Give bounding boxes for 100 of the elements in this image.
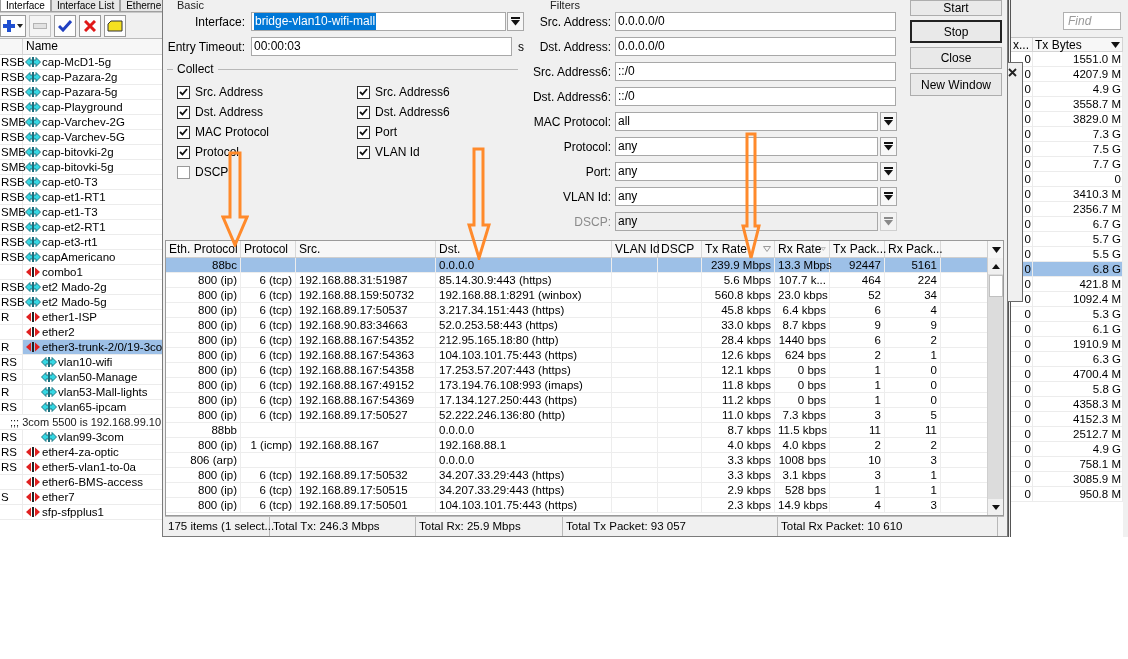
table-row[interactable]: 0 3085.9 M (1011, 472, 1123, 487)
dropdown-button[interactable] (880, 137, 897, 156)
interface-item[interactable]: cap-McD1-5g (23, 55, 162, 69)
dialog-button[interactable]: New Window (910, 73, 1002, 96)
column-header[interactable]: Tx Pack... (830, 241, 885, 257)
column-header[interactable]: Eth. Protocol (166, 241, 241, 257)
search-field[interactable]: Find (1063, 12, 1121, 30)
column-menu-button[interactable] (988, 241, 1003, 258)
interface-item[interactable]: cap-Varchev-5G (23, 130, 162, 144)
input-field[interactable]: ::/0 (615, 87, 896, 106)
interface-item[interactable]: ether6-BMS-access (23, 475, 162, 489)
disable-button[interactable] (79, 14, 101, 37)
table-row[interactable]: 0 758.1 M (1011, 457, 1123, 472)
interface-item[interactable]: vlan65-ipcam (23, 400, 162, 414)
column-header[interactable]: VLAN Id (612, 241, 658, 257)
dropdown-button[interactable] (507, 12, 524, 31)
interface-item[interactable]: ether4-za-optic (23, 445, 162, 459)
select-field[interactable]: any (615, 162, 878, 181)
interface-item[interactable]: cap-Pazara-5g (23, 85, 162, 99)
comment-button[interactable] (104, 14, 126, 37)
table-row[interactable]: 800 (ip) 6 (tcp) 192.168.88.167:49152 173.194.76.108:993 (imaps) 11.8 kbps 0 bps 1 0 (166, 378, 987, 393)
table-row[interactable]: 800 (ip) 6 (tcp) 192.168.88.167:54358 17.253.57.207:443 (https) 12.1 kbps 0 bps 1 0 (166, 363, 987, 378)
table-row[interactable]: 0 1092.4 M (1011, 292, 1123, 307)
table-row[interactable]: 0 4.9 G (1011, 442, 1123, 457)
tab[interactable]: Etherne (120, 0, 162, 12)
interface-item[interactable]: ether5-vlan1-to-0a (23, 460, 162, 474)
interface-item[interactable]: cap-et1-RT1 (23, 190, 162, 204)
column-header[interactable]: Tx Rate (702, 241, 775, 257)
column-header[interactable]: Protocol (241, 241, 296, 257)
interface-item[interactable]: et2 Mado-5g (23, 295, 162, 309)
interface-item[interactable]: ether1-ISP (23, 310, 162, 324)
checkbox[interactable] (357, 125, 370, 139)
table-row[interactable]: 0 5.8 G (1011, 382, 1123, 397)
interface-item[interactable]: cap-Pazara-2g (23, 70, 162, 84)
table-row[interactable]: 800 (ip) 6 (tcp) 192.168.88.159:50732 192.168.88.1:8291 (winbox) 560.8 kbps 23.0 kbps 52 34 (166, 288, 987, 303)
table-row[interactable]: 800 (ip) 6 (tcp) 192.168.89.17:50501 104.103.101.75:443 (https) 2.3 kbps 14.9 kbps 4 3 (166, 498, 987, 513)
column-header[interactable]: Src. (296, 241, 436, 257)
table-row[interactable]: 800 (ip) 6 (tcp) 192.168.89.17:50527 52.222.246.136:80 (http) 11.0 kbps 7.3 kbps 3 5 (166, 408, 987, 423)
table-row[interactable]: 88bb 0.0.0.0 8.7 kbps 11.5 kbps 11 11 (166, 423, 987, 438)
select-field[interactable]: any (615, 187, 878, 206)
checkbox[interactable] (177, 145, 190, 159)
dropdown-button[interactable] (880, 187, 897, 206)
table-row[interactable]: 800 (ip) 1 (icmp) 192.168.88.167 192.168.88.1 4.0 kbps 4.0 kbps 2 2 (166, 438, 987, 453)
interface-item[interactable]: sfp-sfpplus1 (23, 505, 162, 519)
tab[interactable]: Interface (0, 0, 51, 12)
table-row[interactable]: 800 (ip) 6 (tcp) 192.168.89.17:50532 34.207.33.29:443 (https) 3.3 kbps 3.1 kbps 3 1 (166, 468, 987, 483)
input-field[interactable]: 0.0.0.0/0 (615, 37, 896, 56)
interface-item[interactable]: cap-Playground (23, 100, 162, 114)
select-field[interactable]: all (615, 112, 878, 131)
dropdown-button[interactable] (880, 112, 897, 131)
table-row[interactable]: 806 (arp) 0.0.0.0 3.3 kbps 1008 bps 10 3 (166, 453, 987, 468)
interface-item[interactable]: vlan10-wifi (23, 355, 162, 369)
dialog-button[interactable]: Start (910, 0, 1002, 16)
table-row[interactable]: 0 5.3 G (1011, 307, 1123, 322)
table-row[interactable]: 800 (ip) 6 (tcp) 192.168.88.167:54369 17.134.127.250:443 (https) 11.2 kbps 0 bps 1 0 (166, 393, 987, 408)
interface-item[interactable]: cap-et2-RT1 (23, 220, 162, 234)
checkbox[interactable] (177, 85, 190, 99)
input-field[interactable]: ::/0 (615, 62, 896, 81)
scrollbar-thumb[interactable] (989, 275, 1003, 297)
dialog-button[interactable]: Close (910, 47, 1002, 69)
checkbox[interactable] (357, 105, 370, 119)
table-row[interactable]: 0 2512.7 M (1011, 427, 1123, 442)
interface-item[interactable]: capAmericano (23, 250, 162, 264)
table-row[interactable]: 0 6.3 G (1011, 352, 1123, 367)
interface-item[interactable]: vlan99-3com (23, 430, 162, 444)
table-row[interactable]: 0 4358.3 M (1011, 397, 1123, 412)
interface-item[interactable]: ether3-trunk-2/0/19-3co (23, 340, 162, 354)
interface-item[interactable]: ether7 (23, 490, 162, 504)
tab[interactable]: Interface List (50, 0, 121, 12)
add-button[interactable] (0, 14, 26, 37)
table-row[interactable]: 0 1910.9 M (1011, 337, 1123, 352)
checkbox[interactable] (177, 105, 190, 119)
column-header[interactable]: DSCP (658, 241, 702, 257)
table-row[interactable]: 0 4700.4 M (1011, 367, 1123, 382)
interface-item[interactable]: et2 Mado-2g (23, 280, 162, 294)
dropdown-button[interactable] (880, 162, 897, 181)
scroll-down-button[interactable] (988, 499, 1003, 515)
dialog-button[interactable]: Stop (910, 20, 1002, 43)
checkbox[interactable] (177, 125, 190, 139)
checkbox[interactable] (357, 85, 370, 99)
table-row[interactable]: 800 (ip) 6 (tcp) 192.168.89.17:50537 3.217.34.151:443 (https) 45.8 kbps 6.4 kbps 6 4 (166, 303, 987, 318)
interface-item[interactable]: cap-et0-T3 (23, 175, 162, 189)
input-field[interactable]: 0.0.0.0/0 (615, 12, 896, 31)
scroll-up-button[interactable] (988, 258, 1003, 274)
column-header[interactable]: Rx Pack... (885, 241, 941, 257)
column-header[interactable]: Dst. (436, 241, 612, 257)
column-header[interactable]: Tx Bytes (1033, 38, 1123, 51)
column-header[interactable]: Rx Rate (775, 241, 830, 257)
interface-field[interactable]: bridge-vlan10-wifi-mall (251, 12, 506, 31)
checkbox[interactable] (357, 145, 370, 159)
table-row[interactable]: 0 950.8 M (1011, 487, 1123, 502)
table-row[interactable]: 800 (ip) 6 (tcp) 192.168.90.83:34663 52.0.253.58:443 (https) 33.0 kbps 8.7 kbps 9 9 (166, 318, 987, 333)
select-field[interactable]: any (615, 137, 878, 156)
interface-item[interactable]: combo1 (23, 265, 162, 279)
table-row[interactable]: 0 4152.3 M (1011, 412, 1123, 427)
checkbox[interactable] (177, 165, 190, 179)
interface-item[interactable]: ether2 (23, 325, 162, 339)
interface-item[interactable]: vlan50-Manage (23, 370, 162, 384)
interface-item[interactable]: cap-et3-rt1 (23, 235, 162, 249)
table-row[interactable]: 800 (ip) 6 (tcp) 192.168.89.17:50515 34.207.33.29:443 (https) 2.9 kbps 528 bps 1 1 (166, 483, 987, 498)
